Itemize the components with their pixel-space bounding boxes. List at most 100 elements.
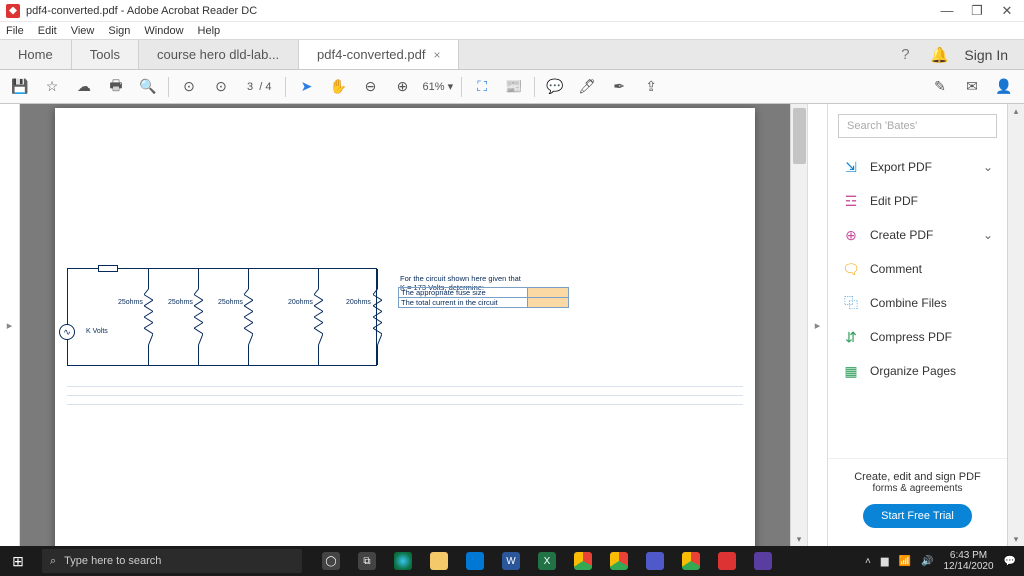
edge-icon[interactable] <box>394 552 412 570</box>
content-area: ▸ K Volts 25ohms 25ohms 25ohms 20 <box>0 104 1024 546</box>
restore-button[interactable]: ❐ <box>970 4 984 18</box>
tab-document-1[interactable]: course hero dld-lab... <box>139 40 299 69</box>
pdf-page: K Volts 25ohms 25ohms 25ohms 20ohms 20oh… <box>55 108 755 546</box>
left-rail-toggle-icon[interactable]: ▸ <box>7 319 13 332</box>
taskbar-clock[interactable]: 6:43 PM 12/14/2020 <box>943 550 993 572</box>
acrobat-app-icon <box>6 4 20 18</box>
print-icon[interactable]: 🖶 <box>104 75 128 99</box>
page-up-icon[interactable]: ⊙ <box>177 75 201 99</box>
page-down-icon[interactable]: ⊙ <box>209 75 233 99</box>
tool-edit-pdf[interactable]: ☲Edit PDF <box>828 184 1007 218</box>
explorer-icon[interactable] <box>430 552 448 570</box>
tab-home[interactable]: Home <box>0 40 72 69</box>
teams-icon[interactable] <box>646 552 664 570</box>
cortana-icon[interactable]: ◯ <box>322 552 340 570</box>
email-icon[interactable]: ✉ <box>960 75 984 99</box>
mid-rail-toggle-icon[interactable]: ▸ <box>815 319 821 332</box>
chrome-icon-3[interactable] <box>682 552 700 570</box>
word-icon[interactable]: W <box>502 552 520 570</box>
document-scrollbar[interactable]: ▴ ▾ <box>790 104 807 546</box>
hand-icon[interactable]: ✋ <box>326 75 350 99</box>
window-title-bar: pdf4-converted.pdf - Adobe Acrobat Reade… <box>0 0 1024 22</box>
pointer-icon[interactable]: ➤ <box>294 75 318 99</box>
star-icon[interactable]: ☆ <box>40 75 64 99</box>
scroll-thumb[interactable] <box>793 108 806 164</box>
tool-icon: ⇵ <box>842 328 860 346</box>
menu-view[interactable]: View <box>71 25 95 37</box>
start-trial-button[interactable]: Start Free Trial <box>863 504 972 528</box>
chrome-icon-2[interactable] <box>610 552 628 570</box>
source-icon <box>59 324 75 340</box>
tool-export-pdf[interactable]: ⇲Export PDF⌄ <box>828 150 1007 184</box>
tray-notifications-icon[interactable]: 💬 <box>1004 556 1016 567</box>
tool-organize-pages[interactable]: ▦Organize Pages <box>828 354 1007 388</box>
chrome-icon-1[interactable] <box>574 552 592 570</box>
tab-close-icon[interactable]: × <box>433 48 440 62</box>
minimize-button[interactable]: — <box>940 4 954 18</box>
search-icon: ⌕ <box>50 555 56 568</box>
excel-icon[interactable]: X <box>538 552 556 570</box>
window-title: pdf4-converted.pdf - Adobe Acrobat Reade… <box>26 5 940 17</box>
tool-label: Combine Files <box>870 296 947 310</box>
menu-file[interactable]: File <box>6 25 24 37</box>
menu-bar: File Edit View Sign Window Help <box>0 22 1024 40</box>
tool-create-pdf[interactable]: ⊕Create PDF⌄ <box>828 218 1007 252</box>
search-icon[interactable]: 🔍 <box>136 75 160 99</box>
close-button[interactable]: ✕ <box>1000 4 1014 18</box>
menu-edit[interactable]: Edit <box>38 25 57 37</box>
panel-scrollbar[interactable]: ▴ ▾ <box>1007 104 1024 546</box>
fuse-icon <box>98 265 118 272</box>
read-icon[interactable]: 📰 <box>502 75 526 99</box>
circuit-diagram: K Volts 25ohms 25ohms 25ohms 20ohms 20oh… <box>67 268 743 398</box>
panel-scroll-down-icon[interactable]: ▾ <box>1008 532 1024 546</box>
windows-taskbar: ⊞ ⌕ Type here to search ◯ ⧉ W X ˄ ▆ 📶 🔊 … <box>0 546 1024 576</box>
taskbar-search-input[interactable]: ⌕ Type here to search <box>42 549 302 573</box>
menu-help[interactable]: Help <box>198 25 221 37</box>
tool-comment[interactable]: 🗨Comment <box>828 252 1007 286</box>
document-viewport[interactable]: K Volts 25ohms 25ohms 25ohms 20ohms 20oh… <box>20 104 790 546</box>
fit-icon[interactable]: ⛶ <box>470 75 494 99</box>
tray-chevron-icon[interactable]: ˄ <box>865 556 871 567</box>
taskview-icon[interactable]: ⧉ <box>358 552 376 570</box>
tab-document-2[interactable]: pdf4-converted.pdf × <box>299 40 459 69</box>
sign-in-link[interactable]: Sign In <box>964 47 1008 63</box>
tray-battery-icon[interactable]: ▆ <box>881 556 889 567</box>
mid-rail: ▸ <box>807 104 827 546</box>
menu-window[interactable]: Window <box>144 25 183 37</box>
save-icon[interactable]: 💾 <box>8 75 32 99</box>
people-icon[interactable]: 👤 <box>992 75 1016 99</box>
tools-panel: Search 'Bates' ⇲Export PDF⌄☲Edit PDF⊕Cre… <box>827 104 1007 546</box>
stamp-icon[interactable]: ⇪ <box>639 75 663 99</box>
chevron-down-icon: ⌄ <box>983 160 993 174</box>
voltage-label: K Volts <box>86 328 108 335</box>
help-icon[interactable]: ? <box>896 46 914 64</box>
tab-tools[interactable]: Tools <box>72 40 139 69</box>
highlight-icon[interactable]: 🖊 <box>575 75 599 99</box>
acrobat-taskbar-icon[interactable] <box>718 552 736 570</box>
zoom-out-icon[interactable]: ⊖ <box>358 75 382 99</box>
sign-icon[interactable]: ✒ <box>607 75 631 99</box>
tool-combine-files[interactable]: ⿻Combine Files <box>828 286 1007 320</box>
page-number[interactable]: 3 / 4 <box>241 81 277 93</box>
share-icon[interactable]: ✎ <box>928 75 952 99</box>
scroll-down-icon[interactable]: ▾ <box>791 532 807 546</box>
comment-icon[interactable]: 💬 <box>543 75 567 99</box>
start-button[interactable]: ⊞ <box>0 553 36 570</box>
tool-compress-pdf[interactable]: ⇵ Compress PDF <box>828 320 1007 354</box>
tool-label: Compress PDF <box>870 330 952 344</box>
tray-wifi-icon[interactable]: 📶 <box>899 556 911 567</box>
main-toolbar: 💾 ☆ ☁ 🖶 🔍 ⊙ ⊙ 3 / 4 ➤ ✋ ⊖ ⊕ 61% ▾ ⛶ 📰 💬 … <box>0 70 1024 104</box>
panel-scroll-up-icon[interactable]: ▴ <box>1008 104 1024 118</box>
tray-volume-icon[interactable]: 🔊 <box>921 556 933 567</box>
zoom-level[interactable]: 61% ▾ <box>422 80 453 93</box>
notifications-icon[interactable]: 🔔 <box>930 46 948 64</box>
app-icon[interactable] <box>754 552 772 570</box>
cloud-icon[interactable]: ☁ <box>72 75 96 99</box>
menu-sign[interactable]: Sign <box>108 25 130 37</box>
trial-promo: Create, edit and sign PDF forms & agreem… <box>828 458 1007 546</box>
store-icon[interactable] <box>466 552 484 570</box>
tool-label: Comment <box>870 262 922 276</box>
tools-search-input[interactable]: Search 'Bates' <box>838 114 997 138</box>
zoom-in-icon[interactable]: ⊕ <box>390 75 414 99</box>
tool-icon: ⊕ <box>842 226 860 244</box>
